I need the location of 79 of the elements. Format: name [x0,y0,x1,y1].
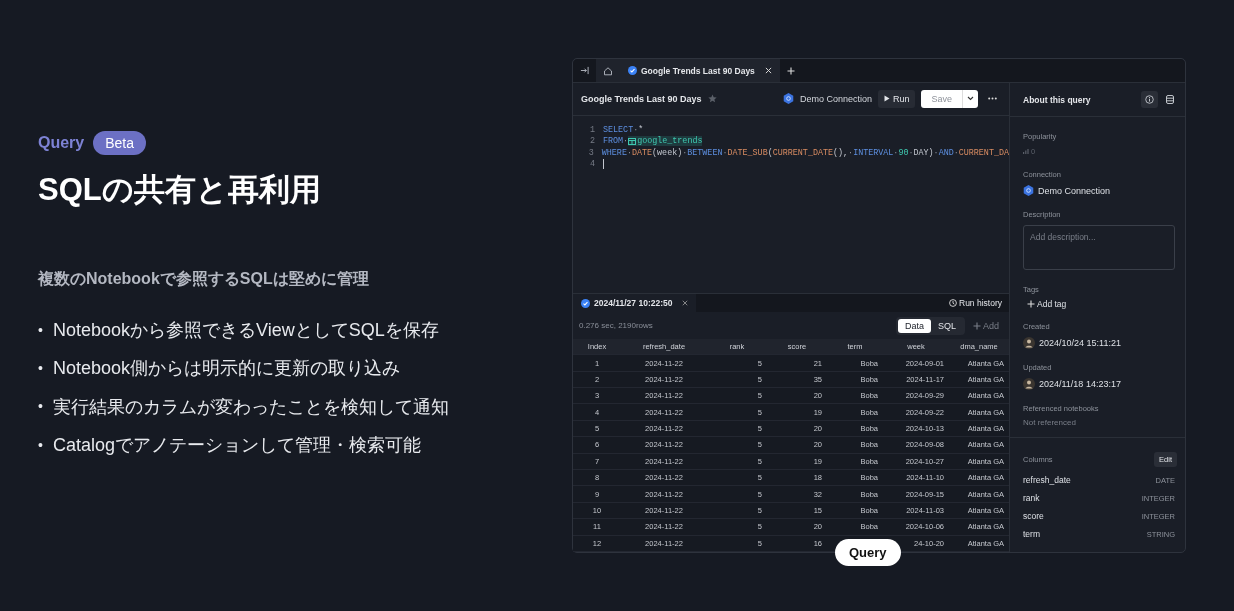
add-tag-button[interactable]: Add tag [1023,299,1071,309]
bullet-marker: • [38,320,43,340]
run-history-button[interactable]: Run history [942,294,1009,313]
connection-name[interactable]: Demo Connection [1038,185,1111,196]
result-stats: 0.276 sec, 2190rows [579,321,653,331]
updated-date: 2024/11/18 14:23:17 [1039,379,1121,389]
line-number: 1 [588,124,596,135]
plus-icon [973,321,981,330]
view-toggle[interactable]: Data [897,318,931,333]
close-icon[interactable] [682,300,689,307]
connection-icon [1023,185,1034,196]
play-icon [883,95,890,103]
code-token: DATE_SUB [727,147,768,158]
beta-badge: Beta [93,131,147,155]
feature-bullet: 実行結果のカラムが変わったことを検知して通知 [52,395,449,419]
code-token: (week) [652,147,683,158]
code-token: · [623,136,629,146]
connection-icon [782,93,794,105]
code-token: · [953,147,959,158]
line-number: 3 [587,147,595,158]
line-number: 2 [588,136,596,146]
connection-name[interactable]: Demo Connection [799,93,872,104]
info-icon[interactable] [1141,91,1158,108]
avatar-icon [1023,337,1035,349]
bullet-marker: • [38,435,43,455]
bullet-marker: • [38,397,43,417]
code-token: ( [767,147,773,158]
column-name: score [1023,511,1044,521]
plus-icon [787,66,796,75]
run-button[interactable]: Run [877,89,916,108]
code-token: 90 [898,147,909,158]
home-icon[interactable] [596,59,620,82]
avatar-icon [1023,378,1035,390]
query-tab[interactable]: Google Trends Last 90 Days [620,59,780,82]
created-date: 2024/10/24 15:11:21 [1039,338,1121,348]
result-tab[interactable]: 2024/11/27 10:22:50 [573,294,697,313]
subheading: 複数のNotebookで参照するSQLは堅めに管理 [38,269,370,289]
clock-icon [949,299,957,308]
code-token: (), [833,147,849,158]
code-token: * [638,124,644,135]
bullet-marker: • [38,359,43,378]
panel-title: About this query [1023,94,1092,105]
line-number: 4 [588,159,596,169]
code-token: WHERE [601,147,627,158]
feature-bullet: Notebook側からは明示的に更新の取り込み [52,357,400,381]
code-token: · [626,147,632,158]
description-field[interactable]: Add description... [1023,225,1175,270]
code-token: · [848,147,854,158]
bar-chart-icon [1023,149,1029,154]
view-toggle[interactable]: SQL [930,318,963,333]
referenced-value: Not referenced [1023,418,1077,427]
table-icon [628,137,637,145]
code-token: · [933,147,939,158]
column-name: rank [1023,493,1040,503]
code-token: · [682,147,688,158]
code-token: · [722,147,728,158]
star-icon[interactable] [707,94,717,104]
code-token: · [908,147,914,158]
check-circle-icon [628,66,637,75]
code-token: CURRENT_DA [958,147,1009,158]
section-label: Query [38,134,85,152]
check-circle-icon [581,298,590,308]
query-pill: Query [835,539,901,566]
code-token: AND [938,147,954,158]
code-token: · [633,124,639,135]
code-token: DAY) [913,147,934,158]
column-name: refresh_date [1023,475,1071,485]
code-token: INTERVAL [853,147,894,158]
feature-bullet: Notebookから参照できるViewとしてSQLを保存 [52,319,439,342]
column-name: term [1023,529,1040,539]
feature-bullet: Catalogでアノテーションして管理・検索可能 [52,433,421,457]
query-title: Google Trends Last 90 Days [581,93,702,104]
code-token: · [893,147,899,158]
code-token: BETWEEN [687,147,723,158]
plus-icon [1027,300,1035,308]
code-token: SELECT [603,124,634,135]
headline: SQLの共有と再利用 [38,171,322,209]
code-token: google_trends [628,136,703,146]
code-token: CURRENT_DATE [772,147,834,158]
